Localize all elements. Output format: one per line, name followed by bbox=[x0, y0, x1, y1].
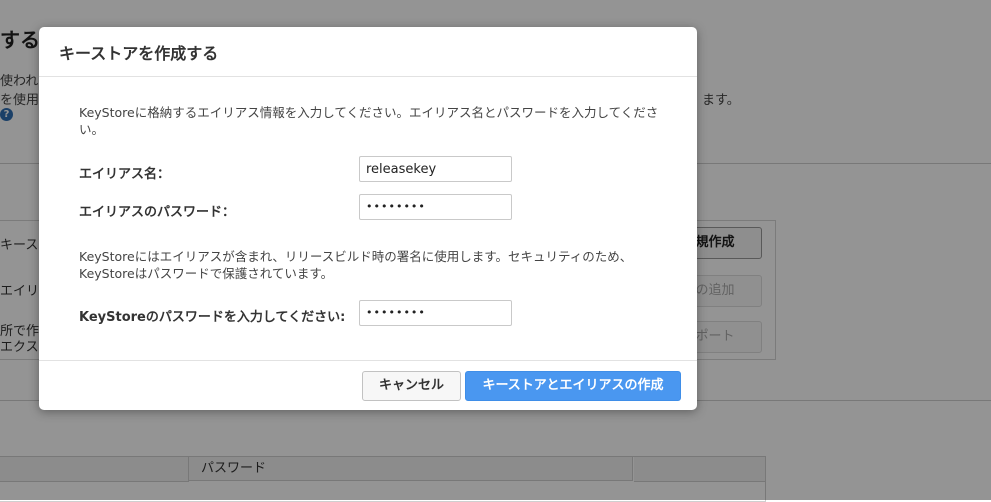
keystore-password-label: KeyStoreのパスワードを入力してください: bbox=[79, 310, 346, 325]
dialog-footer: キャンセル キーストアとエイリアスの作成 bbox=[39, 360, 697, 411]
alias-password-input[interactable]: •••••••• bbox=[359, 194, 512, 220]
keystore-description: KeyStoreにはエイリアスが含まれ、リリースビルド時の署名に使用します。セキ… bbox=[79, 249, 633, 281]
keystore-password-input[interactable]: •••••••• bbox=[359, 300, 512, 326]
create-keystore-and-alias-button[interactable]: キーストアとエイリアスの作成 bbox=[465, 371, 681, 401]
dialog-header: キーストアを作成する bbox=[39, 27, 697, 77]
alias-name-label: エイリアス名： bbox=[79, 167, 171, 182]
cancel-button[interactable]: キャンセル bbox=[362, 371, 461, 401]
create-keystore-dialog: キーストアを作成する KeyStoreに格納するエイリアス情報を入力してください… bbox=[39, 27, 697, 410]
alias-name-input[interactable] bbox=[359, 156, 512, 182]
alias-description: KeyStoreに格納するエイリアス情報を入力してください。エイリアス名とパスワ… bbox=[79, 105, 659, 137]
dialog-title: キーストアを作成する bbox=[59, 44, 219, 63]
alias-password-label: エイリアスのパスワード： bbox=[79, 205, 236, 220]
